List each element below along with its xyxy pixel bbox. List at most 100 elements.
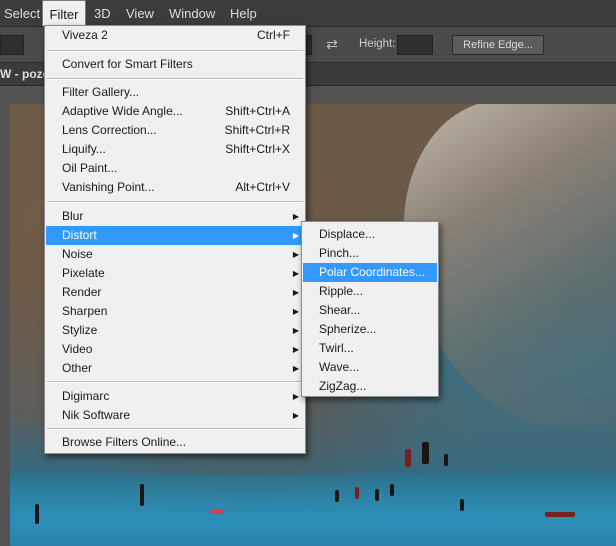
submenu-item-polar-coordinates[interactable]: Polar Coordinates...: [303, 263, 437, 282]
height-label: Height:: [359, 38, 396, 50]
menu-item-filter-gallery[interactable]: Filter Gallery...: [46, 83, 304, 102]
swimmer-figure: [422, 442, 429, 464]
menu-item-browse-filters-online[interactable]: Browse Filters Online...: [46, 433, 304, 452]
menu-view[interactable]: View: [126, 0, 154, 26]
distort-submenu: Displace... Pinch... Polar Coordinates..…: [301, 221, 439, 397]
menu-item-label: Blur: [62, 209, 84, 223]
menu-item-label: Browse Filters Online...: [62, 435, 187, 449]
swap-icon[interactable]: ⇄: [322, 36, 342, 52]
swimmer-figure: [140, 484, 144, 506]
filter-menu: Viveza 2 Ctrl+F Convert for Smart Filter…: [44, 25, 306, 454]
menu-item-pixelate[interactable]: Pixelate ▶: [46, 264, 304, 283]
menu-window[interactable]: Window: [169, 0, 215, 26]
menu-item-blur[interactable]: Blur ▶: [46, 207, 304, 226]
submenu-arrow-icon: ▶: [292, 307, 299, 316]
menu-item-lens-correction[interactable]: Lens Correction... Shift+Ctrl+R: [46, 121, 304, 140]
menu-3d[interactable]: 3D: [94, 0, 111, 26]
float-figure: [210, 509, 224, 514]
menu-item-label: Oil Paint...: [62, 161, 118, 175]
menu-item-label: Pixelate: [62, 266, 105, 280]
feather-field[interactable]: [0, 35, 24, 55]
menu-item-adaptive-wide-angle[interactable]: Adaptive Wide Angle... Shift+Ctrl+A: [46, 102, 304, 121]
submenu-arrow-icon: ▶: [292, 231, 299, 240]
document-tab[interactable]: W - pozo: [0, 63, 50, 85]
menu-item-shortcut: Shift+Ctrl+R: [224, 123, 290, 137]
menu-item-label: Liquify...: [62, 142, 106, 156]
menu-separator: [47, 201, 303, 203]
menu-item-shortcut: Ctrl+F: [257, 28, 290, 42]
menu-item-video[interactable]: Video ▶: [46, 340, 304, 359]
submenu-arrow-icon: ▶: [292, 212, 299, 221]
menu-item-shortcut: Shift+Ctrl+A: [225, 104, 290, 118]
menu-select[interactable]: Select: [4, 0, 40, 26]
swimmer-figure: [355, 487, 359, 499]
refine-edge-button[interactable]: Refine Edge...: [452, 35, 544, 55]
menu-item-label: ZigZag...: [319, 379, 367, 393]
menu-item-digimarc[interactable]: Digimarc ▶: [46, 387, 304, 406]
swimmer-figure: [335, 490, 339, 502]
menu-item-vanishing-point[interactable]: Vanishing Point... Alt+Ctrl+V: [46, 178, 304, 197]
swimmer-figure: [390, 484, 394, 496]
submenu-item-spherize[interactable]: Spherize...: [303, 320, 437, 339]
submenu-item-shear[interactable]: Shear...: [303, 301, 437, 320]
menu-item-label: Polar Coordinates...: [319, 265, 426, 279]
menu-item-stylize[interactable]: Stylize ▶: [46, 321, 304, 340]
menu-bar: Select Filter 3D View Window Help: [0, 0, 616, 27]
menu-item-label: Filter Gallery...: [62, 85, 140, 99]
menu-item-label: Sharpen: [62, 304, 108, 318]
menu-item-viveza-2[interactable]: Viveza 2 Ctrl+F: [46, 26, 304, 45]
submenu-arrow-icon: ▶: [292, 250, 299, 259]
submenu-arrow-icon: ▶: [292, 288, 299, 297]
menu-separator: [47, 428, 303, 430]
submenu-item-zigzag[interactable]: ZigZag...: [303, 377, 437, 396]
menu-item-label: Spherize...: [319, 322, 377, 336]
menu-item-label: Stylize: [62, 323, 98, 337]
menu-item-noise[interactable]: Noise ▶: [46, 245, 304, 264]
menu-item-label: Noise: [62, 247, 93, 261]
submenu-item-wave[interactable]: Wave...: [303, 358, 437, 377]
menu-item-label: Viveza 2: [62, 28, 108, 42]
menu-item-distort[interactable]: Distort ▶: [46, 226, 304, 245]
menu-item-nik-software[interactable]: Nik Software ▶: [46, 406, 304, 425]
menu-separator: [47, 381, 303, 383]
submenu-item-twirl[interactable]: Twirl...: [303, 339, 437, 358]
menu-item-label: Nik Software: [62, 408, 131, 422]
menu-item-label: Pinch...: [319, 246, 360, 260]
menu-item-label: Render: [62, 285, 102, 299]
menu-item-label: Video: [62, 342, 93, 356]
menu-item-label: Vanishing Point...: [62, 180, 155, 194]
menu-item-label: Ripple...: [319, 284, 364, 298]
menu-item-shortcut: Alt+Ctrl+V: [235, 180, 290, 194]
menu-item-convert-smart-filters[interactable]: Convert for Smart Filters: [46, 55, 304, 74]
menu-item-liquify[interactable]: Liquify... Shift+Ctrl+X: [46, 140, 304, 159]
submenu-arrow-icon: ▶: [292, 345, 299, 354]
swimmer-figure: [444, 454, 448, 466]
menu-item-sharpen[interactable]: Sharpen ▶: [46, 302, 304, 321]
menu-item-label: Displace...: [319, 227, 376, 241]
menu-item-label: Convert for Smart Filters: [62, 57, 193, 71]
menu-item-oil-paint[interactable]: Oil Paint...: [46, 159, 304, 178]
menu-item-shortcut: Shift+Ctrl+X: [225, 142, 290, 156]
menu-item-label: Lens Correction...: [62, 123, 157, 137]
submenu-item-pinch[interactable]: Pinch...: [303, 244, 437, 263]
menu-item-other[interactable]: Other ▶: [46, 359, 304, 378]
height-field[interactable]: [397, 35, 433, 55]
menu-item-label: Twirl...: [319, 341, 354, 355]
menu-item-label: Distort: [62, 228, 97, 242]
submenu-item-ripple[interactable]: Ripple...: [303, 282, 437, 301]
menu-separator: [47, 50, 303, 52]
menu-item-label: Shear...: [319, 303, 361, 317]
swimmer-figure: [405, 449, 411, 467]
water-area: [10, 474, 616, 546]
submenu-arrow-icon: ▶: [292, 269, 299, 278]
swimmer-figure: [375, 489, 379, 501]
submenu-arrow-icon: ▶: [292, 364, 299, 373]
swimmer-figure: [35, 504, 39, 524]
menu-item-label: Other: [62, 361, 93, 375]
submenu-item-displace[interactable]: Displace...: [303, 225, 437, 244]
menu-filter[interactable]: Filter: [42, 0, 86, 26]
menu-item-render[interactable]: Render ▶: [46, 283, 304, 302]
submenu-arrow-icon: ▶: [292, 392, 299, 401]
menu-help[interactable]: Help: [230, 0, 257, 26]
menu-separator: [47, 78, 303, 80]
